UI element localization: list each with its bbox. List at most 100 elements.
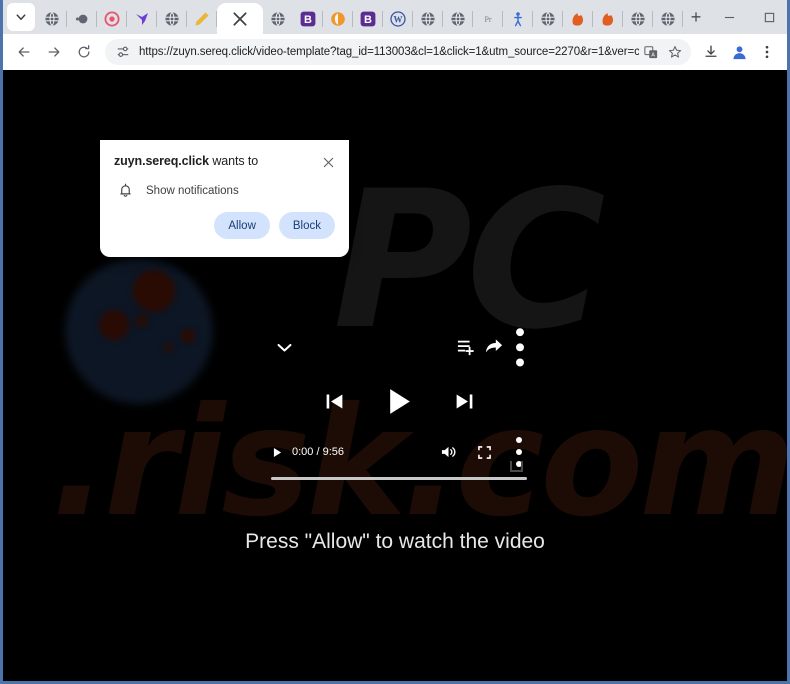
tab-9[interactable]	[323, 4, 353, 34]
svg-text:B: B	[304, 14, 312, 26]
skip-previous-icon	[326, 394, 342, 408]
address-bar[interactable]: https://zuyn.sereq.click/video-template?…	[105, 39, 691, 65]
pr-text-icon: Pr	[484, 15, 491, 24]
allow-button[interactable]: Allow	[214, 212, 270, 239]
avatar-icon	[732, 45, 746, 59]
progress-bar[interactable]	[271, 477, 527, 480]
back-arrow-icon	[18, 47, 30, 57]
target-icon	[104, 11, 120, 27]
player-bottom-actions	[441, 437, 525, 467]
play-button[interactable]	[387, 387, 412, 416]
download-icon	[705, 45, 717, 57]
globe-icon	[165, 12, 179, 26]
dialog-close-button[interactable]	[319, 153, 337, 171]
tab-14[interactable]: Pr	[473, 4, 503, 34]
svg-text:A: A	[651, 53, 655, 59]
tab-2[interactable]	[97, 4, 127, 34]
tab-13[interactable]	[443, 4, 473, 34]
close-icon	[323, 157, 333, 167]
new-tab-button[interactable]: +	[683, 3, 709, 31]
background-dot	[164, 343, 173, 352]
reload-button[interactable]	[69, 37, 99, 67]
globe-icon	[421, 12, 435, 26]
tab-12[interactable]	[413, 4, 443, 34]
back-button[interactable]	[9, 37, 39, 67]
previous-button[interactable]	[324, 391, 345, 412]
fullscreen-icon	[478, 445, 491, 459]
tab-5[interactable]	[187, 4, 217, 34]
dialog-title: zuyn.sereq.click wants to	[114, 154, 319, 168]
tab-1[interactable]	[67, 4, 97, 34]
background-dot	[99, 310, 129, 340]
add-to-queue-icon	[457, 340, 474, 356]
player-transport-controls	[265, 372, 533, 430]
next-button[interactable]	[454, 391, 475, 412]
small-play-button[interactable]	[273, 447, 282, 458]
dialog-title-suffix: wants to	[208, 154, 259, 168]
player-corner-marker	[510, 461, 523, 472]
background-dot	[133, 270, 175, 312]
new-tab-label: +	[690, 7, 702, 27]
tab-7[interactable]	[263, 4, 293, 34]
chevron-down-icon	[16, 14, 26, 20]
close-icon[interactable]	[232, 11, 248, 27]
svg-text:B: B	[364, 14, 372, 26]
tab-0[interactable]	[37, 4, 67, 34]
tab-18[interactable]	[593, 4, 623, 34]
fullscreen-button[interactable]	[478, 445, 491, 459]
kebab-menu-icon	[765, 45, 769, 59]
globe-small-icon	[75, 14, 88, 24]
profile-button[interactable]	[725, 38, 753, 66]
player-bottom-bar: 0:00 / 9:56	[265, 437, 533, 467]
pencil-icon	[195, 12, 209, 26]
tab-17[interactable]	[563, 4, 593, 34]
block-button[interactable]: Block	[278, 212, 335, 239]
globe-icon	[541, 12, 555, 26]
browser-window: B B W Pr + https://zuyn.sereq.click/vide…	[0, 0, 790, 684]
globe-icon	[661, 12, 675, 26]
site-settings-button[interactable]	[113, 42, 133, 62]
translate-button[interactable]: A	[639, 40, 663, 64]
download-button[interactable]	[697, 38, 725, 66]
tab-11[interactable]: W	[383, 4, 413, 34]
volume-button[interactable]	[441, 445, 456, 459]
tune-sliders-icon	[117, 46, 129, 57]
forward-button[interactable]	[39, 37, 69, 67]
minimize-button[interactable]	[709, 1, 749, 33]
dragon-icon	[572, 13, 584, 26]
maximize-button[interactable]	[749, 1, 787, 33]
tab-strip: B B W Pr +	[3, 0, 787, 34]
bookmark-button[interactable]	[663, 40, 687, 64]
tab-20[interactable]	[653, 4, 683, 34]
player-menu-button[interactable]	[513, 327, 527, 367]
tab-3[interactable]	[127, 4, 157, 34]
add-to-queue-button[interactable]	[457, 338, 475, 356]
dialog-actions: Allow Block	[100, 198, 349, 239]
tab-search-button[interactable]	[7, 3, 35, 31]
tab-15[interactable]	[503, 4, 533, 34]
globe-icon	[451, 12, 465, 26]
background-dot	[136, 315, 148, 327]
svg-text:W: W	[394, 15, 403, 25]
globe-icon	[45, 12, 59, 26]
tab-16[interactable]	[533, 4, 563, 34]
tab-10[interactable]: B	[353, 4, 383, 34]
b-letter-icon: B	[360, 11, 376, 27]
minimize-icon	[724, 16, 734, 18]
player-overflow-button[interactable]	[513, 437, 525, 467]
tab-4[interactable]	[157, 4, 187, 34]
share-button[interactable]	[485, 338, 503, 356]
globe-icon	[631, 12, 645, 26]
active-tab[interactable]	[217, 3, 263, 34]
player-collapse-button[interactable]	[271, 334, 297, 360]
tab-19[interactable]	[623, 4, 653, 34]
svg-text:Pr: Pr	[484, 15, 491, 24]
video-player: 0:00 / 9:56	[265, 327, 533, 484]
maximize-icon	[764, 12, 774, 22]
url-text[interactable]: https://zuyn.sereq.click/video-template?…	[139, 46, 639, 58]
star-icon	[668, 46, 682, 58]
browser-menu-button[interactable]	[753, 38, 781, 66]
tab-8[interactable]: B	[293, 4, 323, 34]
notification-permission-dialog: zuyn.sereq.click wants to Show notificat…	[100, 140, 349, 257]
dialog-origin: zuyn.sereq.click	[114, 154, 209, 168]
